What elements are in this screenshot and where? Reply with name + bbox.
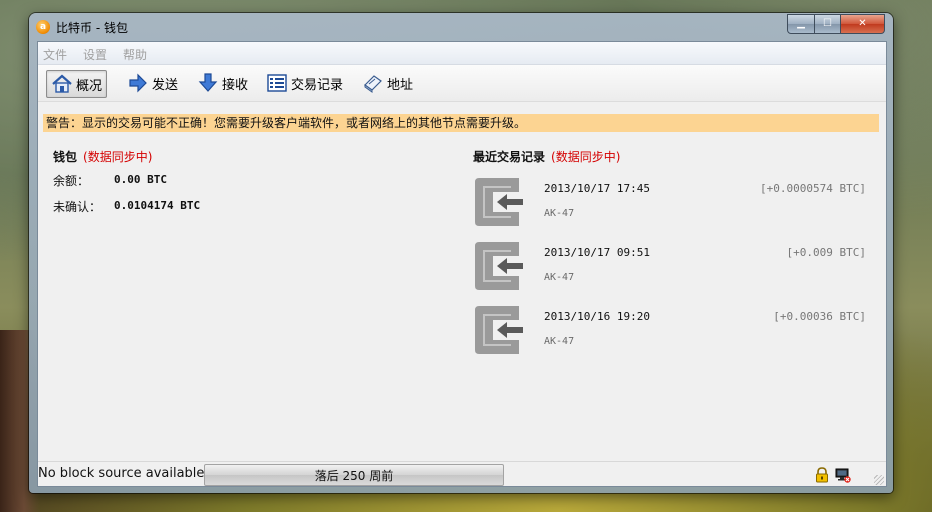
close-button[interactable]: ✕ [841,14,885,34]
version-warning-banner: 警告：显示的交易可能不正确！您需要升级客户端软件，或者网络上的其他节点需要升级。 [43,114,879,132]
transactions-list-icon [266,72,288,94]
transaction-row[interactable]: 2013/10/17 09:51 [+0.009 BTC] AK-47 [471,240,866,296]
tab-receive-label: 接收 [222,77,249,93]
title-bar[interactable]: a 比特币 - 钱包 ▁ ☐ ✕ [29,13,893,39]
home-icon [51,73,73,95]
tab-address-book-label: 地址 [387,77,414,93]
recent-transactions-heading: 最近交易记录 (数据同步中) [473,148,620,165]
bitcoin-app-icon[interactable]: a [36,20,50,34]
incoming-transaction-icon [475,242,523,290]
tab-send-label: 发送 [152,77,179,93]
network-disconnected-icon [835,468,851,483]
wallet-title: 钱包 [53,150,78,164]
tab-address-book[interactable]: 地址 [358,70,417,96]
minimize-button[interactable]: ▁ [787,14,815,34]
wallet-window: a 比特币 - 钱包 ▁ ☐ ✕ 文件 设置 帮助 概况 发送 接收 交易记录 … [29,13,893,493]
address-book-icon [362,72,384,94]
incoming-transaction-icon [475,178,523,226]
block-source-status: No block source available... [38,466,217,481]
send-arrow-icon [127,72,149,94]
unconfirmed-label: 未确认： [53,200,102,214]
sync-progress-text: 落后 250 周前 [314,469,394,483]
transaction-row[interactable]: 2013/10/17 17:45 [+0.0000574 BTC] AK-47 [471,176,866,232]
tab-transactions[interactable]: 交易记录 [262,70,347,96]
recent-sync-status: (数据同步中) [551,150,621,164]
tab-transactions-label: 交易记录 [291,77,344,93]
tab-receive[interactable]: 接收 [193,70,252,96]
transaction-amount: [+0.009 BTC] [786,246,866,259]
transaction-amount: [+0.0000574 BTC] [760,182,866,195]
transaction-row[interactable]: 2013/10/16 19:20 [+0.00036 BTC] AK-47 [471,304,866,360]
balance-label: 余额： [53,174,90,188]
status-bar: No block source available... 落后 250 周前 [38,461,886,486]
client-area: 文件 设置 帮助 概况 发送 接收 交易记录 地址 警告：显示的交易可能不正确！… [37,41,887,487]
transaction-date: 2013/10/16 19:20 [544,310,650,323]
lock-icon [816,467,828,483]
menu-file[interactable]: 文件 [43,46,67,63]
menu-bar: 文件 设置 帮助 [38,42,886,65]
balance-value: 0.00 BTC [114,173,167,186]
maximize-button[interactable]: ☐ [815,14,841,34]
window-title: 比特币 - 钱包 [56,21,128,35]
transaction-address: AK-47 [544,208,575,219]
resize-grip[interactable] [874,475,884,485]
window-controls: ▁ ☐ ✕ [787,14,885,34]
unconfirmed-value: 0.0104174 BTC [114,199,201,212]
toolbar: 概况 发送 接收 交易记录 地址 [38,65,886,102]
transaction-date: 2013/10/17 09:51 [544,246,650,259]
tab-overview-label: 概况 [76,78,103,94]
wallet-heading: 钱包 (数据同步中) [53,148,152,165]
menu-settings[interactable]: 设置 [83,46,107,63]
incoming-transaction-icon [475,306,523,354]
sync-progress-bar: 落后 250 周前 [204,464,504,486]
wallet-sync-status: (数据同步中) [83,150,153,164]
transaction-address: AK-47 [544,336,575,347]
transaction-amount: [+0.00036 BTC] [773,310,866,323]
tab-overview[interactable]: 概况 [46,70,108,98]
receive-arrow-icon [197,72,219,94]
menu-help[interactable]: 帮助 [123,46,147,63]
tab-send[interactable]: 发送 [123,70,182,96]
transaction-date: 2013/10/17 17:45 [544,182,650,195]
transaction-address: AK-47 [544,272,575,283]
recent-transactions-title: 最近交易记录 [473,150,546,164]
